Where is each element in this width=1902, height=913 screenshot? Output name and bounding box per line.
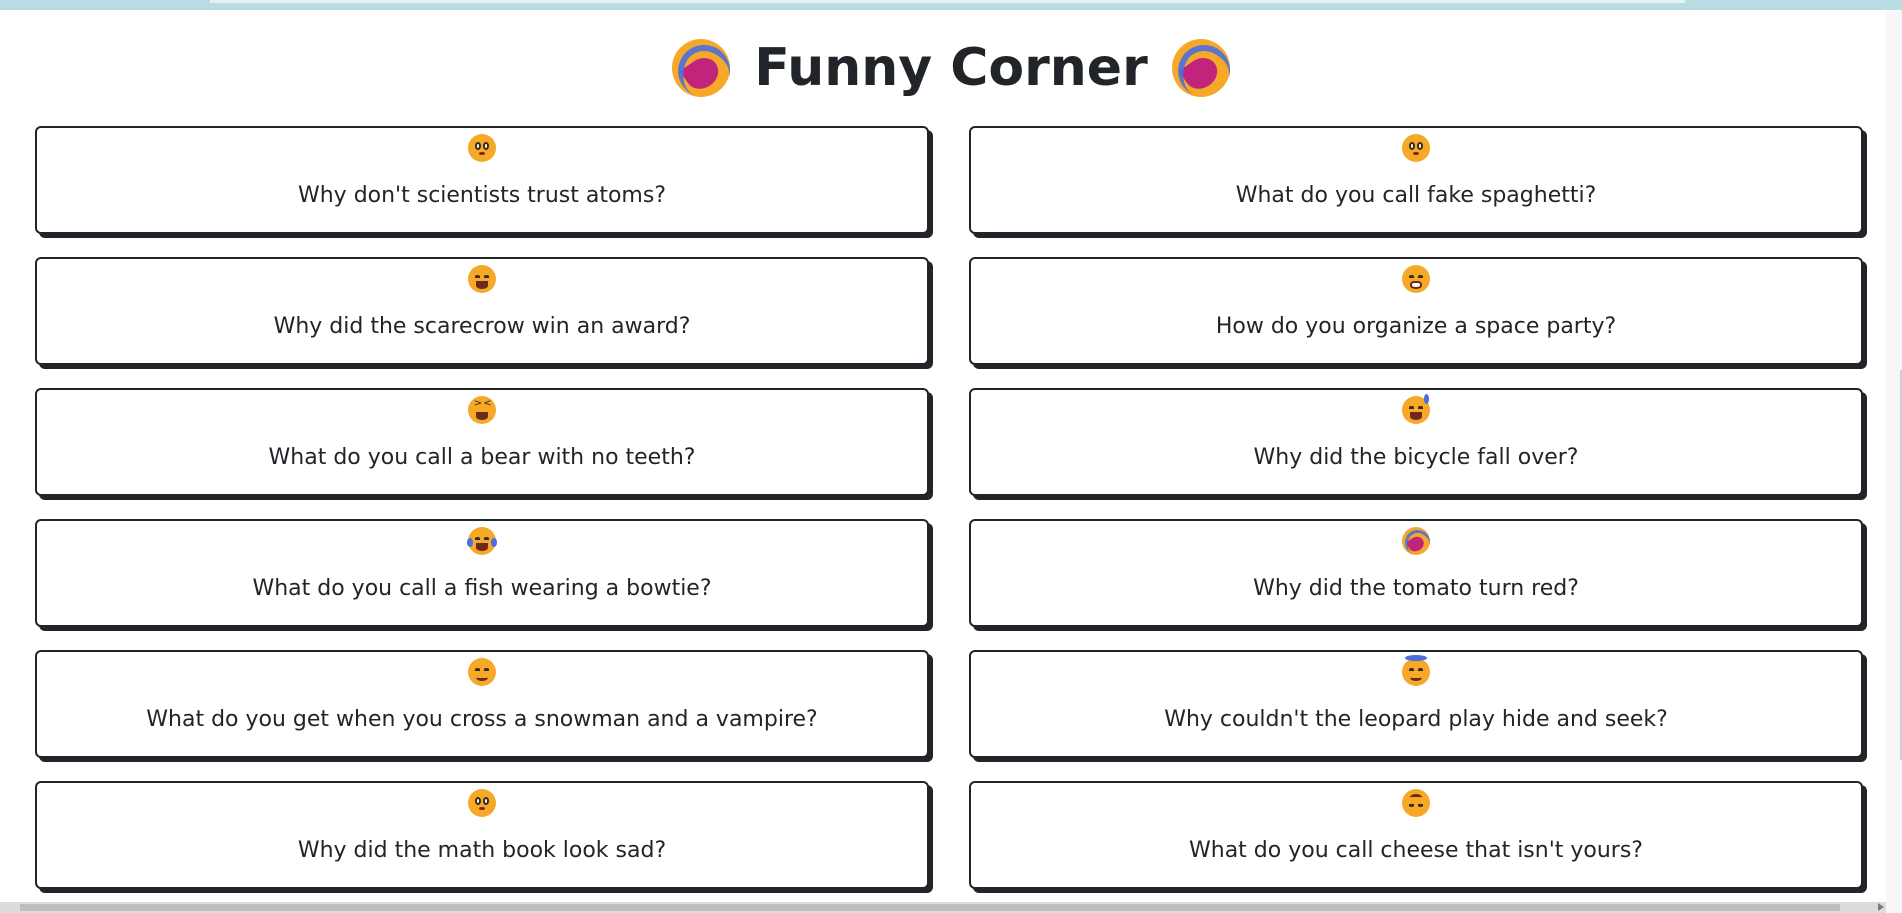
joke-question: Why couldn't the leopard play hide and s…: [1164, 707, 1668, 732]
joke-question: What do you call a bear with no teeth?: [268, 445, 696, 470]
joke-question: Why did the math book look sad?: [297, 838, 667, 863]
tears-of-joy-face-icon: [466, 527, 498, 555]
joke-grid: Why don't scientists trust atoms? What d…: [35, 126, 1865, 889]
horizontal-scrollbar[interactable]: [0, 902, 1886, 913]
joke-card[interactable]: Why don't scientists trust atoms?: [35, 126, 929, 234]
joke-card[interactable]: What do you call a fish wearing a bowtie…: [35, 519, 929, 627]
rolling-on-floor-laughing-icon: [1171, 39, 1230, 97]
grinning-teeth-face-icon: [1402, 265, 1430, 293]
joke-question: Why did the bicycle fall over?: [1253, 445, 1579, 470]
joke-card[interactable]: Why did the bicycle fall over?: [969, 388, 1863, 496]
grinning-face-icon: [468, 265, 496, 293]
scroll-right-arrow-icon[interactable]: [1878, 903, 1884, 911]
joke-card[interactable]: What do you call a bear with no teeth?: [35, 388, 929, 496]
rolling-on-floor-laughing-icon: [1402, 527, 1430, 555]
joke-card[interactable]: Why did the math book look sad?: [35, 781, 929, 889]
joke-card[interactable]: What do you call cheese that isn't yours…: [969, 781, 1863, 889]
joke-card[interactable]: Why couldn't the leopard play hide and s…: [969, 650, 1863, 758]
joke-question: Why did the tomato turn red?: [1253, 576, 1579, 601]
joke-card[interactable]: Why did the scarecrow win an award?: [35, 257, 929, 365]
vertical-scrollbar[interactable]: [1886, 10, 1902, 913]
joke-card[interactable]: What do you get when you cross a snowman…: [35, 650, 929, 758]
joke-question: What do you call fake spaghetti?: [1235, 183, 1597, 208]
joke-question: What do you get when you cross a snowman…: [146, 707, 818, 732]
flushed-face-icon: [1402, 134, 1430, 162]
rolling-on-floor-laughing-icon: [672, 39, 731, 97]
halo-face-icon: [1402, 654, 1430, 686]
joke-question: How do you organize a space party?: [1215, 314, 1617, 339]
joke-question: What do you call cheese that isn't yours…: [1189, 838, 1643, 863]
top-accent-bar: [0, 0, 1902, 10]
joke-question: Why did the scarecrow win an award?: [273, 314, 691, 339]
address-bar-edge: [210, 0, 1685, 3]
flushed-face-icon: [468, 789, 496, 817]
grinning-sweat-face-icon: [1402, 394, 1430, 424]
horizontal-scrollbar-thumb[interactable]: [20, 904, 1840, 911]
upside-down-face-icon: [1402, 789, 1430, 817]
page-title: Funny Corner: [0, 38, 1886, 98]
flushed-face-icon: [468, 134, 496, 162]
joke-card[interactable]: What do you call fake spaghetti?: [969, 126, 1863, 234]
joke-card[interactable]: Why did the tomato turn red?: [969, 519, 1863, 627]
joke-question: What do you call a fish wearing a bowtie…: [252, 576, 712, 601]
joke-card[interactable]: How do you organize a space party?: [969, 257, 1863, 365]
joke-question: Why don't scientists trust atoms?: [297, 183, 666, 208]
page-title-text: Funny Corner: [754, 38, 1148, 98]
smiling-face-icon: [468, 658, 496, 686]
squinting-face-icon: [468, 396, 496, 424]
